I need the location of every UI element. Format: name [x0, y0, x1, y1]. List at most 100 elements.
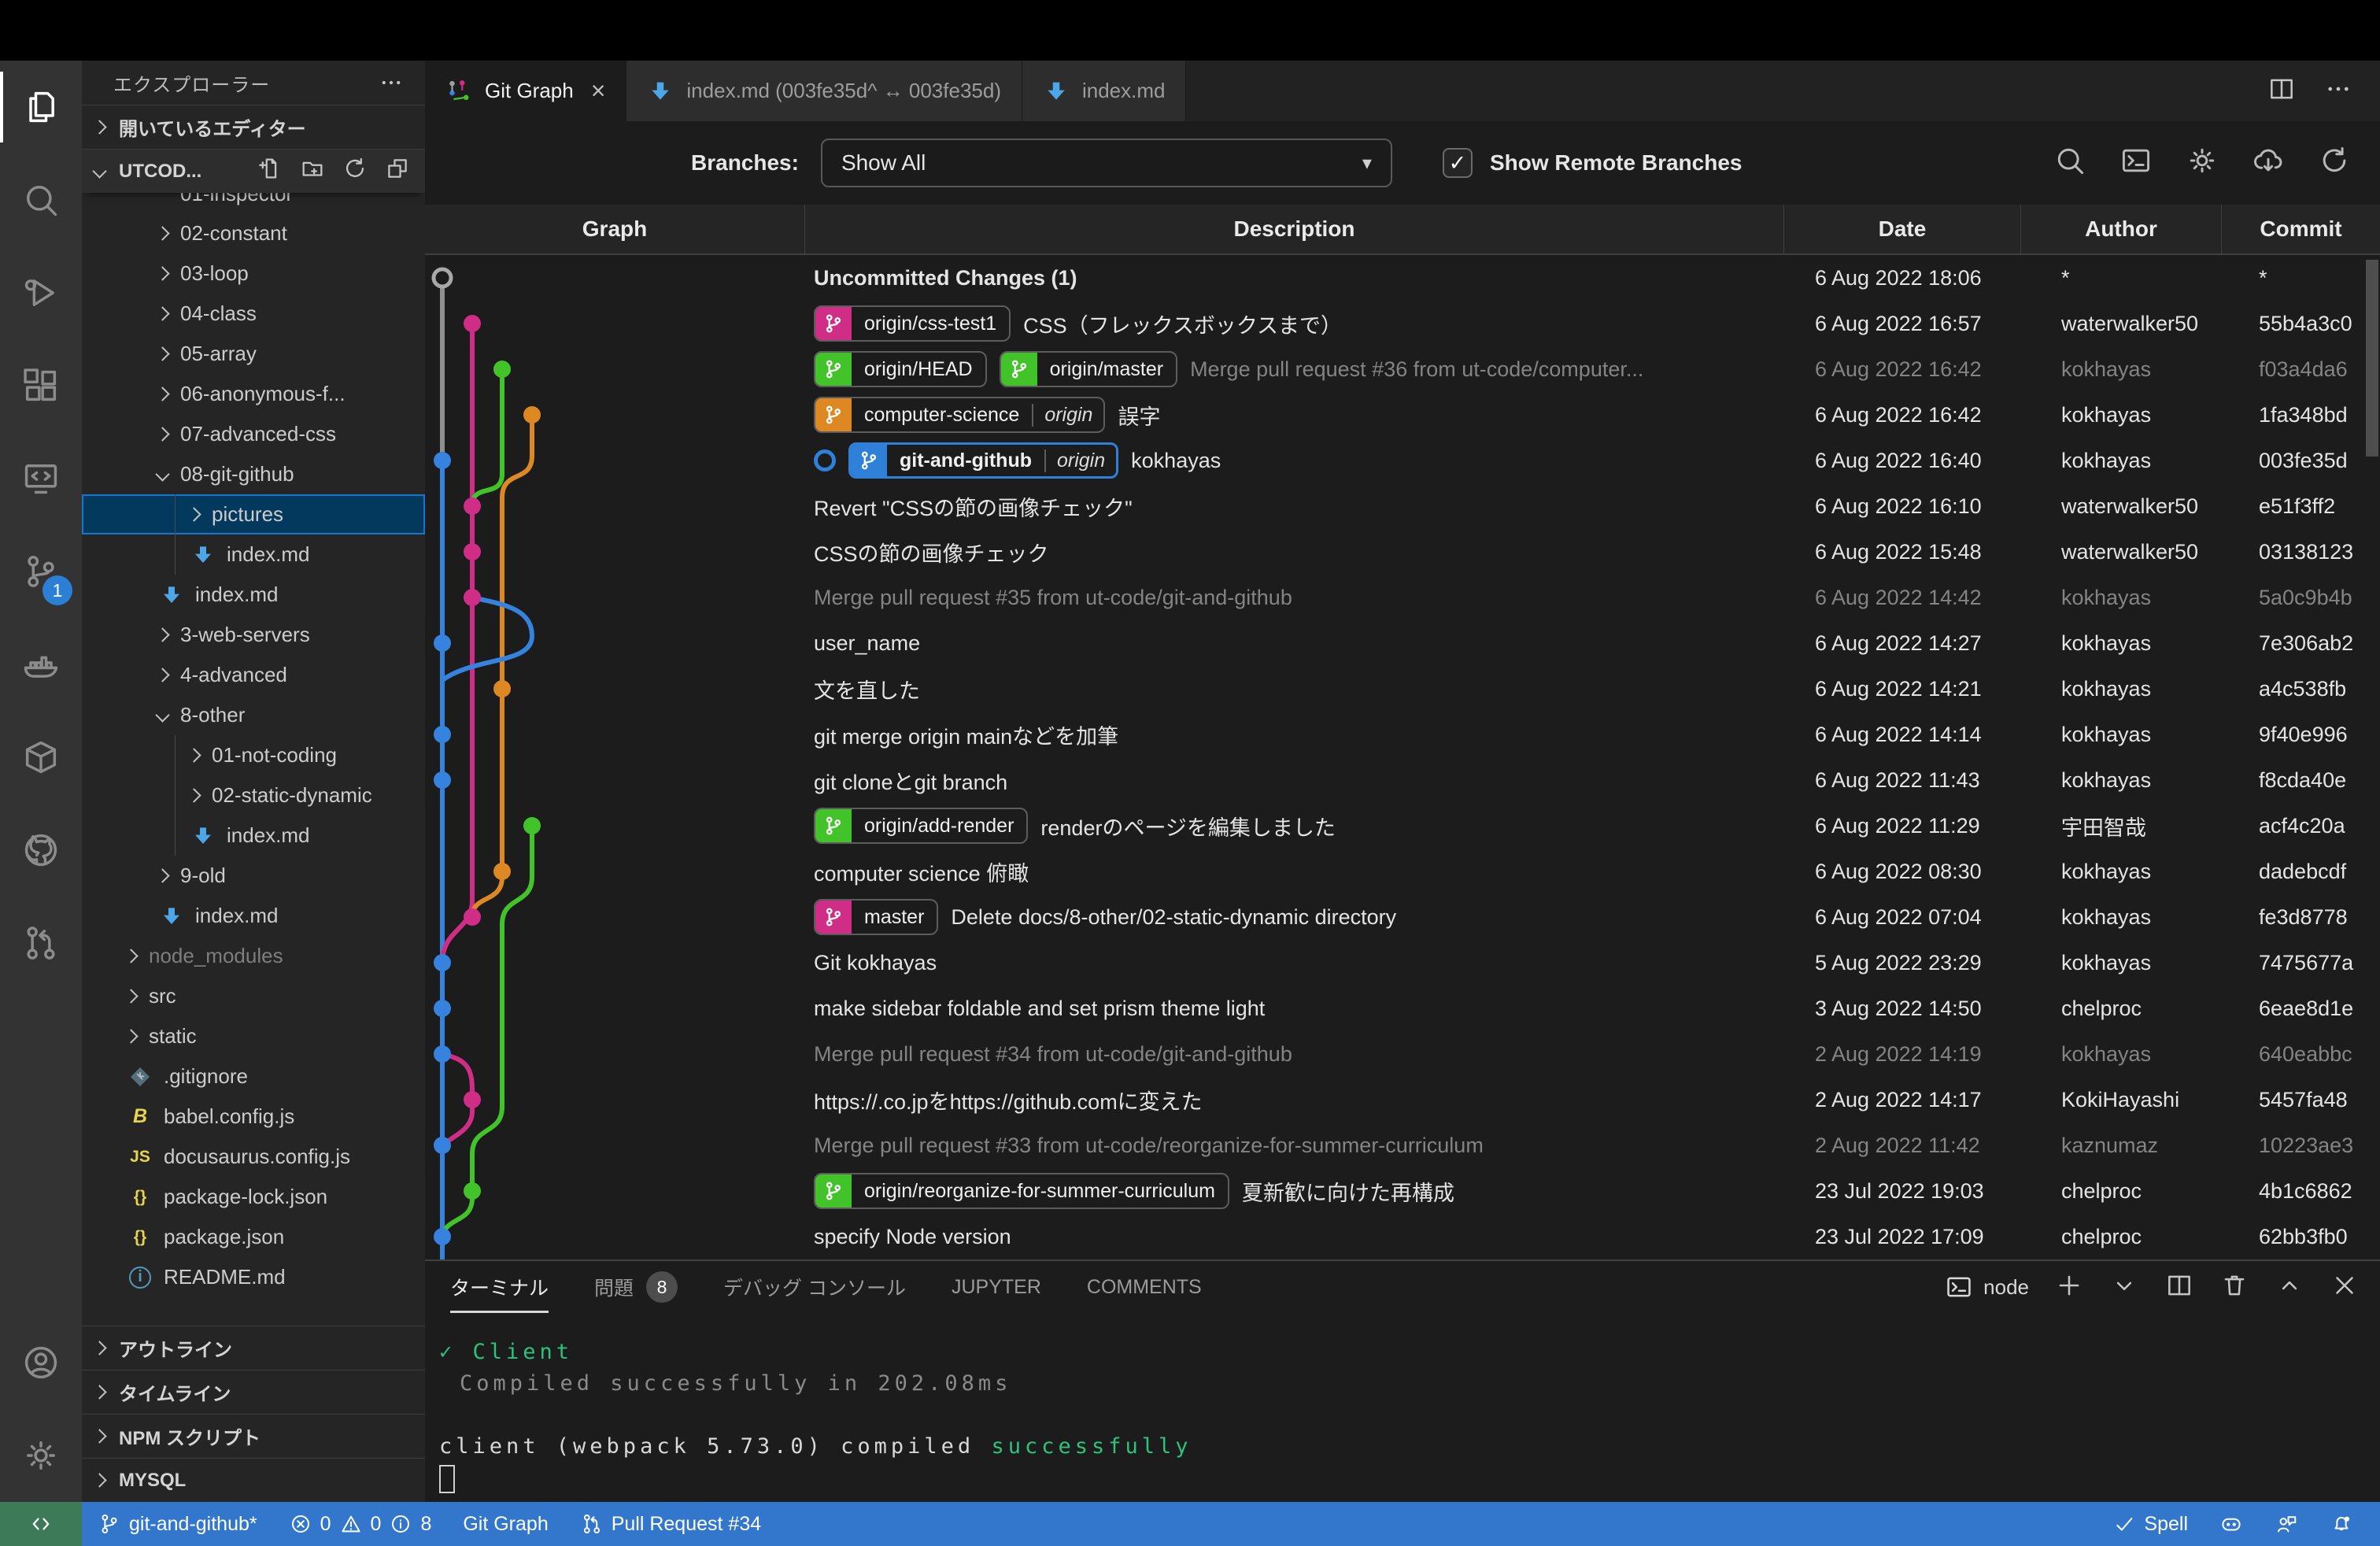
activity-gear[interactable]: [0, 1409, 82, 1502]
branch-label-origin-add-render[interactable]: origin/add-render: [814, 808, 1028, 844]
terminal-split-button[interactable]: [2164, 1270, 2194, 1304]
sidebar-section--[interactable]: アウトライン: [82, 1326, 425, 1370]
activity-run-debug[interactable]: [0, 246, 82, 339]
toolbar-search-button[interactable]: [2053, 143, 2087, 183]
tree-item-index-md[interactable]: index.md: [82, 816, 425, 856]
workspace-refresh-button[interactable]: [342, 155, 368, 187]
panel-tab--[interactable]: デバッグ コンソール: [723, 1261, 906, 1313]
commit-date: 6 Aug 2022 16:40: [1783, 449, 2020, 473]
commit-author: chelproc: [2020, 997, 2221, 1021]
tree-item-docusaurus-config-js[interactable]: JSdocusaurus.config.js: [82, 1137, 425, 1177]
tree-item-01-not-coding[interactable]: 01-not-coding: [82, 735, 425, 775]
tree-item-index-md[interactable]: index.md: [82, 575, 425, 615]
branch-label-computer-science[interactable]: computer-scienceorigin: [814, 397, 1105, 433]
branch-icon: [1008, 358, 1030, 380]
status-spell[interactable]: Spell: [2097, 1502, 2204, 1546]
workspace-new-file-button[interactable]: [257, 155, 283, 187]
tree-item-pictures[interactable]: pictures: [82, 494, 425, 534]
terminal-close-button[interactable]: [2330, 1270, 2360, 1304]
tree-item-9-old[interactable]: 9-old: [82, 856, 425, 896]
tab-git-graph[interactable]: Git Graph×: [425, 61, 626, 121]
panel-tab--[interactable]: 問題8: [594, 1261, 678, 1313]
terminal-trash-button[interactable]: [2219, 1270, 2249, 1304]
tree-item-02-constant[interactable]: 02-constant: [82, 213, 425, 253]
panel-tab-jupyter[interactable]: JUPYTER: [952, 1261, 1041, 1313]
tree-item--gitignore[interactable]: .gitignore: [82, 1056, 425, 1097]
activity-account[interactable]: [0, 1316, 82, 1409]
close-icon[interactable]: ×: [591, 76, 606, 105]
commit-node: [464, 497, 481, 515]
toolbar-cloud-down-button[interactable]: [2251, 143, 2286, 183]
tree-item-4-advanced[interactable]: 4-advanced: [82, 655, 425, 695]
tree-item-index-md[interactable]: index.md: [82, 534, 425, 575]
terminal-output[interactable]: ✓ ClientCompiled successfully in 202.08m…: [425, 1313, 2380, 1494]
toolbar-terminal-box-button[interactable]: [2119, 143, 2153, 183]
activity-files[interactable]: [0, 61, 82, 153]
tree-item-readme-md[interactable]: iREADME.md: [82, 1257, 425, 1297]
tab-index-md-003fe35d-003fe35d-[interactable]: index.md (003fe35d^ ↔ 003fe35d): [626, 61, 1022, 121]
toolbar-refresh-button[interactable]: [2317, 143, 2352, 183]
activity-remote-explorer[interactable]: [0, 432, 82, 525]
terminal-plus-button[interactable]: [2054, 1270, 2084, 1304]
tree-item-08-git-github[interactable]: 08-git-github: [82, 454, 425, 494]
workspace-collapse-button[interactable]: [384, 155, 411, 187]
toolbar-gear-button[interactable]: [2185, 143, 2219, 183]
show-remote-branches-checkbox[interactable]: ✓: [1443, 148, 1473, 178]
activity-docker[interactable]: [0, 618, 82, 711]
status-problems[interactable]: 0 0 8: [273, 1502, 448, 1546]
status-feedback[interactable]: [2259, 1502, 2314, 1546]
tree-item-01-inspector[interactable]: 01-inspector: [82, 193, 425, 213]
panel-tab-comments[interactable]: COMMENTS: [1087, 1261, 1202, 1313]
branch-label-git-and-github[interactable]: git-and-githuborigin: [848, 442, 1118, 479]
scrollbar-thumb[interactable]: [2366, 260, 2378, 457]
status-pull-request[interactable]: Pull Request #34: [564, 1502, 777, 1546]
activity-github[interactable]: [0, 804, 82, 897]
terminal-shell-item[interactable]: node: [1944, 1272, 2029, 1302]
terminal-chev-up-button[interactable]: [2275, 1270, 2304, 1304]
tree-item-node-modules[interactable]: node_modules: [82, 936, 425, 976]
branch-label-origin-head[interactable]: origin/HEAD: [814, 351, 987, 387]
status-notifications[interactable]: [2314, 1502, 2369, 1546]
terminal-chev-down-button[interactable]: [2109, 1270, 2139, 1304]
status-git-graph[interactable]: Git Graph: [447, 1502, 564, 1546]
tree-item-02-static-dynamic[interactable]: 02-static-dynamic: [82, 775, 425, 816]
tree-item-3-web-servers[interactable]: 3-web-servers: [82, 615, 425, 655]
editor-split-button[interactable]: [2267, 74, 2297, 108]
workspace-new-folder-button[interactable]: [299, 155, 326, 187]
terminal-cursor: [439, 1465, 455, 1493]
panel-tab--[interactable]: ターミナル: [450, 1261, 549, 1313]
tree-item-04-class[interactable]: 04-class: [82, 294, 425, 334]
activity-pull-request[interactable]: [0, 897, 82, 989]
sidebar-section--[interactable]: タイムライン: [82, 1370, 425, 1414]
status-copilot[interactable]: [2204, 1502, 2259, 1546]
activity-source-control[interactable]: 1: [0, 525, 82, 618]
tree-item-package-json[interactable]: {}package.json: [82, 1217, 425, 1257]
remote-indicator[interactable]: [0, 1502, 82, 1546]
sidebar-section-npm-[interactable]: NPM スクリプト: [82, 1414, 425, 1458]
tree-item-05-array[interactable]: 05-array: [82, 334, 425, 374]
tab-index-md[interactable]: index.md: [1022, 61, 1187, 121]
tree-item-index-md[interactable]: index.md: [82, 896, 425, 936]
activity-extensions[interactable]: [0, 339, 82, 432]
tree-item-8-other[interactable]: 8-other: [82, 695, 425, 735]
tree-item-06-anonymous-f-[interactable]: 06-anonymous-f...: [82, 374, 425, 414]
pull-request-icon: [580, 1512, 604, 1536]
editor-more-button[interactable]: [2323, 74, 2353, 108]
tree-item-src[interactable]: src: [82, 976, 425, 1016]
tree-item-babel-config-js[interactable]: Bbabel.config.js: [82, 1097, 425, 1137]
tree-item-03-loop[interactable]: 03-loop: [82, 253, 425, 294]
tree-item-07-advanced-css[interactable]: 07-advanced-css: [82, 414, 425, 454]
branch-label-origin-master[interactable]: origin/master: [1000, 351, 1178, 387]
sidebar-section-mysql[interactable]: MYSQL: [82, 1458, 425, 1502]
branch-label-master[interactable]: master: [814, 899, 938, 935]
open-editors-section[interactable]: 開いているエディター: [82, 105, 425, 149]
branch-label-origin-reorganize-for-summer-curriculum[interactable]: origin/reorganize-for-summer-curriculum: [814, 1173, 1229, 1209]
activity-search[interactable]: [0, 153, 82, 246]
activity-cube[interactable]: [0, 711, 82, 804]
branches-dropdown[interactable]: Show All ▾: [821, 139, 1392, 187]
status-branch[interactable]: git-and-github*: [82, 1502, 273, 1546]
branch-label-origin-css-test1[interactable]: origin/css-test1: [814, 305, 1011, 342]
tree-item-package-lock-json[interactable]: {}package-lock.json: [82, 1177, 425, 1217]
workspace-section[interactable]: UTCOD...: [82, 149, 425, 193]
tree-item-static[interactable]: static: [82, 1016, 425, 1056]
